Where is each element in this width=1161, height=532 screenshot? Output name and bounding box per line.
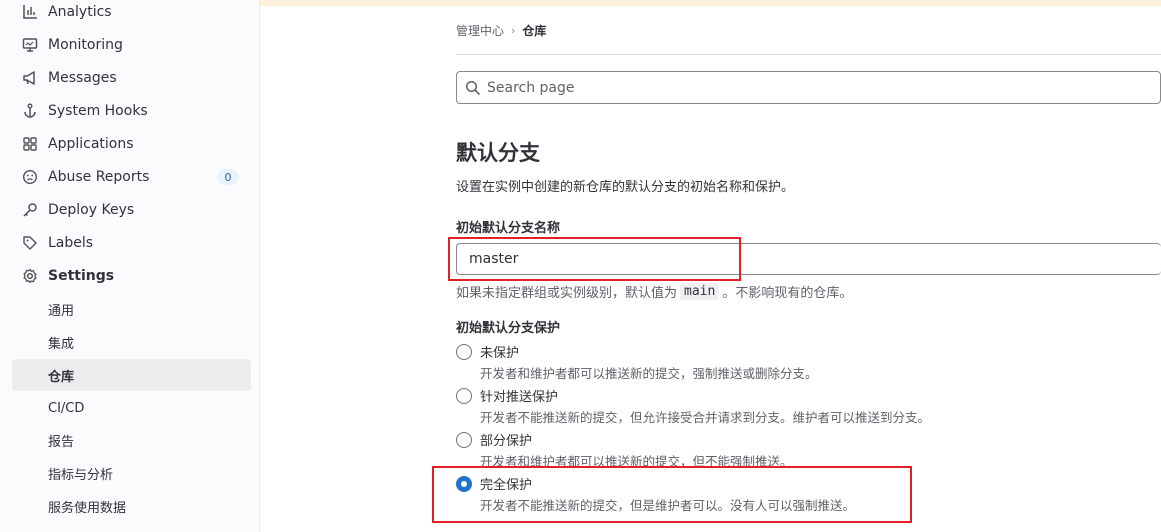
sidebar-item-messages[interactable]: Messages: [12, 63, 251, 93]
anchor-icon: [22, 103, 38, 119]
sad-face-icon: [22, 169, 38, 185]
megaphone-icon: [22, 70, 38, 86]
sidebar-item-label: Settings: [48, 268, 115, 284]
breadcrumb: 管理中心 › 仓库: [456, 22, 546, 39]
key-icon: [22, 202, 38, 218]
help-code: main: [680, 283, 720, 300]
radio-label: 完全保护: [480, 478, 533, 493]
sidebar-subitem-label: 通用: [48, 303, 75, 319]
sidebar-item-label: Messages: [48, 70, 117, 86]
section-title: 默认分支: [456, 141, 540, 165]
sidebar-subitem-label: CI/CD: [48, 400, 85, 416]
sidebar-subitem-repository[interactable]: 仓库: [12, 359, 251, 391]
gear-icon: [22, 268, 38, 284]
sidebar-item-system-hooks[interactable]: System Hooks: [12, 96, 251, 126]
sidebar-subitem-general[interactable]: 通用: [12, 293, 251, 325]
divider: [456, 54, 1161, 55]
radio-label: 部分保护: [480, 434, 533, 449]
search-box[interactable]: [456, 71, 1161, 104]
chart-icon: [22, 4, 38, 20]
sidebar-subitem-label: 报告: [48, 434, 75, 450]
radio-button[interactable]: [456, 431, 472, 448]
sidebar-item-label: System Hooks: [48, 103, 148, 119]
search-input[interactable]: [487, 79, 1087, 96]
sidebar-item-deploy-keys[interactable]: Deploy Keys: [12, 195, 251, 225]
sidebar-item-settings[interactable]: Settings: [12, 261, 251, 291]
radio-help: 开发者和维护者都可以推送新的提交，强制推送或删除分支。: [480, 366, 818, 381]
radio-protected-against-push[interactable]: 针对推送保护: [456, 386, 558, 405]
sidebar-subitem-label: 服务使用数据: [48, 500, 127, 516]
radio-help: 开发者不能推送新的提交，但允许接受合并请求到分支。维护者可以推送到分支。: [480, 410, 931, 425]
branch-protection-label: 初始默认分支保护: [456, 321, 561, 336]
default-branch-name-label: 初始默认分支名称: [456, 221, 561, 236]
grid-icon: [22, 136, 38, 152]
radio-help: 开发者不能推送新的提交，但是维护者可以。没有人可以强制推送。: [480, 498, 856, 513]
sidebar-item-labels[interactable]: Labels: [12, 228, 251, 258]
input-value: master: [469, 251, 519, 267]
sidebar-item-label: Analytics: [48, 4, 112, 20]
top-banner: [260, 0, 1161, 6]
search-icon: [465, 80, 481, 95]
sidebar-item-monitoring[interactable]: Monitoring: [12, 30, 251, 60]
sidebar-item-label: Applications: [48, 136, 134, 152]
sidebar-subitem-label: 仓库: [48, 369, 75, 385]
radio-button-checked[interactable]: [456, 475, 472, 492]
sidebar-subitem-metrics[interactable]: 指标与分析: [12, 457, 251, 489]
chevron-right-icon: ›: [511, 24, 516, 37]
radio-button[interactable]: [456, 387, 472, 404]
sidebar-item-analytics[interactable]: Analytics: [12, 0, 251, 27]
sidebar-subitem-label: 集成: [48, 336, 75, 352]
radio-partially-protected[interactable]: 部分保护: [456, 430, 532, 449]
sidebar-item-abuse-reports[interactable]: Abuse Reports 0: [12, 162, 251, 192]
help-text-suffix: 。不影响现有的仓库。: [722, 286, 853, 301]
monitor-icon: [22, 37, 38, 53]
label-tag-icon: [22, 235, 38, 251]
sidebar-subitem-reports[interactable]: 报告: [12, 424, 251, 456]
radio-fully-protected[interactable]: 完全保护: [456, 474, 532, 493]
count-badge: 0: [217, 169, 239, 185]
breadcrumb-parent[interactable]: 管理中心: [456, 22, 504, 39]
sidebar: Analytics Monitoring Messages System Hoo…: [0, 0, 260, 532]
sidebar-subitem-cicd[interactable]: CI/CD: [12, 392, 251, 424]
sidebar-subitem-usage-data[interactable]: 服务使用数据: [12, 490, 251, 522]
default-branch-name-input[interactable]: master: [456, 243, 1161, 275]
section-description: 设置在实例中创建的新仓库的默认分支的初始名称和保护。: [456, 180, 795, 195]
radio-label: 未保护: [480, 346, 520, 361]
sidebar-item-label: Labels: [48, 235, 94, 251]
sidebar-item-applications[interactable]: Applications: [12, 129, 251, 159]
sidebar-item-label: Abuse Reports: [48, 169, 150, 185]
sidebar-subitem-integrations[interactable]: 集成: [12, 326, 251, 358]
sidebar-item-label: Deploy Keys: [48, 202, 135, 218]
radio-not-protected[interactable]: 未保护: [456, 342, 519, 361]
sidebar-item-label: Monitoring: [48, 37, 123, 53]
radio-button[interactable]: [456, 343, 472, 360]
breadcrumb-current[interactable]: 仓库: [522, 22, 546, 39]
radio-label: 针对推送保护: [480, 390, 559, 405]
default-branch-help: 如果未指定群组或实例级别，默认值为 main 。不影响现有的仓库。: [456, 282, 852, 301]
sidebar-subitem-label: 指标与分析: [48, 467, 114, 483]
help-text-prefix: 如果未指定群组或实例级别，默认值为: [456, 286, 678, 301]
radio-help: 开发者和维护者都可以推送新的提交，但不能强制推送。: [480, 454, 793, 469]
